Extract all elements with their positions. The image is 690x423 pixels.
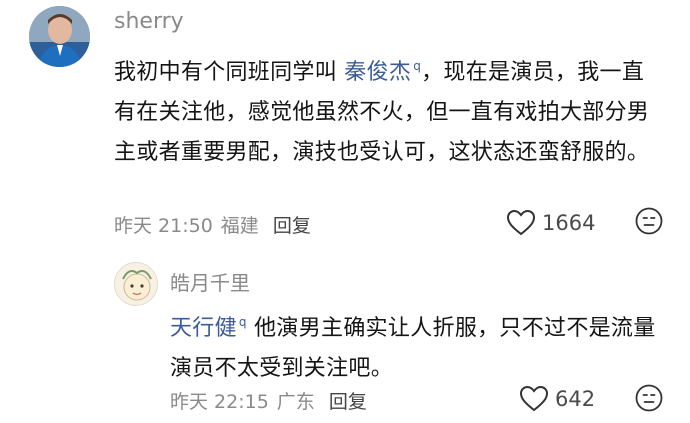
timestamp: 昨天 22:15	[170, 391, 269, 413]
dislike-button[interactable]	[635, 207, 663, 239]
comment-meta: 昨天 22:15 广东 回复	[170, 387, 367, 414]
comment-text-part: 我初中有个同班同学叫	[114, 60, 345, 85]
heart-outline-icon	[506, 209, 536, 236]
mention-name[interactable]: 秦俊杰	[344, 60, 411, 85]
search-mark-icon: 𝗊	[238, 315, 247, 329]
location: 福建	[220, 215, 259, 237]
comment-1: sherry 我初中有个同班同学叫 秦俊杰 𝗊，现在是演员，我一直有在关注他，感觉…	[0, 0, 690, 250]
search-mark-icon: 𝗊	[413, 59, 422, 73]
like-button[interactable]: 1664	[506, 209, 595, 236]
mention-link[interactable]: 秦俊杰 𝗊	[344, 59, 422, 85]
username[interactable]: 皓月千里	[170, 267, 250, 296]
like-button[interactable]: 642	[519, 385, 595, 412]
dislike-button[interactable]	[635, 384, 663, 416]
avatar-photo	[29, 6, 90, 67]
reply-button[interactable]: 回复	[273, 215, 311, 237]
comment-reply: 皓月千里 天行健 𝗊 他演男主确实让人折服，只不过不是流量演员不太受到关注吧。 昨…	[0, 250, 690, 423]
user-avatar[interactable]	[29, 6, 90, 67]
dislike-face-icon	[635, 207, 663, 235]
mention-link[interactable]: 天行健 𝗊	[170, 315, 247, 341]
location: 广东	[276, 391, 315, 413]
username[interactable]: sherry	[114, 9, 184, 34]
timestamp: 昨天 21:50	[114, 215, 213, 237]
avatar-photo	[115, 263, 157, 305]
like-count: 1664	[542, 210, 596, 235]
like-count: 642	[555, 386, 596, 411]
heart-outline-icon	[519, 385, 549, 412]
mention-name[interactable]: 天行健	[170, 316, 237, 341]
user-avatar[interactable]	[114, 262, 158, 306]
dislike-face-icon	[635, 384, 663, 412]
comment-meta: 昨天 21:50 福建 回复	[114, 211, 311, 238]
reply-button[interactable]: 回复	[329, 391, 367, 413]
comment-text: 天行健 𝗊 他演男主确实让人折服，只不过不是流量演员不太受到关注吧。	[170, 302, 660, 389]
comment-text: 我初中有个同班同学叫 秦俊杰 𝗊，现在是演员，我一直有在关注他，感觉他虽然不火，但…	[114, 46, 664, 173]
